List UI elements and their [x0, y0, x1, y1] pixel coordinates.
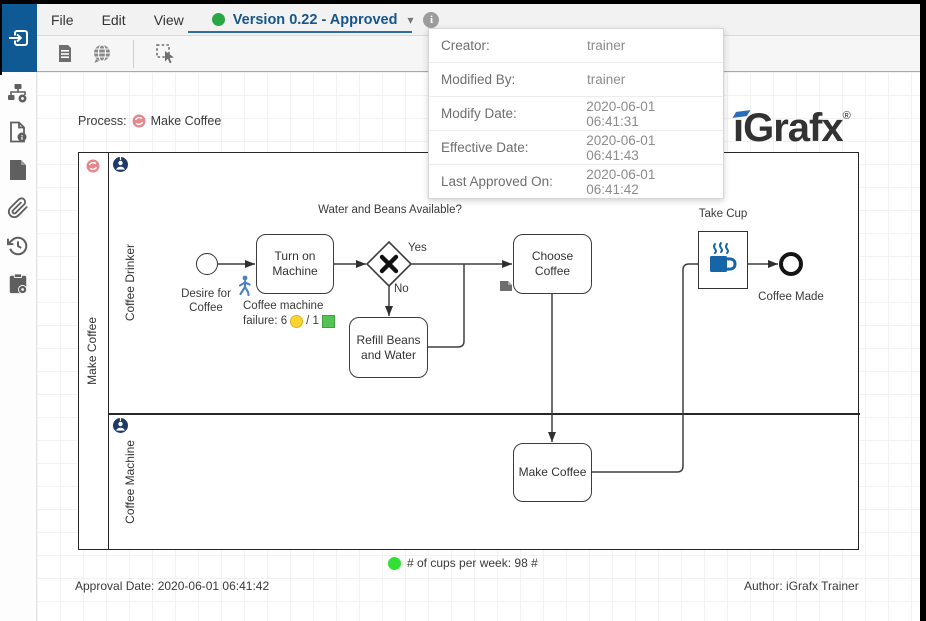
chevron-down-icon[interactable]: ▾	[407, 13, 413, 27]
globe-icon-glyph	[92, 44, 112, 64]
process-name-label: Make Coffee	[151, 114, 222, 128]
lane-divider	[109, 413, 860, 415]
gateway-question-label: Water and Beans Available?	[314, 203, 466, 217]
process-breadcrumb: Process: Make Coffee	[78, 114, 221, 128]
sidebar-item-clipboard-settings[interactable]	[6, 272, 30, 296]
popup-row: Last Approved On: 2020-06-01 06:41:42	[429, 165, 723, 198]
popup-row: Effective Date: 2020-06-01 06:41:43	[429, 131, 723, 165]
lane1-label: Coffee Drinker	[123, 244, 137, 321]
task-turn-on-machine[interactable]: Turn on Machine	[256, 234, 334, 294]
branch-no-label: No	[394, 282, 424, 296]
marquee-icon-glyph	[155, 43, 176, 64]
popup-row: Modified By: trainer	[429, 63, 723, 97]
task-make-coffee[interactable]: Make Coffee	[513, 443, 592, 502]
clipboard-gear-icon	[7, 273, 29, 295]
start-event-label: Desire for Coffee	[170, 287, 242, 316]
author-label: Author: iGrafx Trainer	[744, 579, 859, 593]
process-prefix-label: Process:	[78, 114, 127, 128]
take-cup-node[interactable]	[698, 231, 748, 289]
process-tree-gear-icon	[7, 83, 29, 105]
info-icon[interactable]: i	[423, 12, 439, 28]
start-event[interactable]	[196, 253, 218, 275]
version-info-popup: Creator: trainer Modified By: trainer Mo…	[428, 28, 724, 199]
toolbar-separator	[133, 40, 134, 68]
igrafx-logo: iGrafx®	[733, 106, 851, 151]
menu-view[interactable]: View	[140, 12, 198, 28]
sidebar-item-history[interactable]	[6, 234, 30, 258]
popup-label: Effective Date:	[441, 140, 586, 155]
branch-yes-label: Yes	[408, 241, 438, 255]
popup-value: 2020-06-01 06:41:43	[586, 133, 711, 163]
sidebar-item-attachments[interactable]	[6, 196, 30, 220]
task-refill-beans-water[interactable]: Refill Beans and Water	[349, 317, 428, 378]
globe-comment-icon[interactable]	[87, 39, 117, 69]
popup-label: Creator:	[441, 38, 587, 53]
version-status-dot	[212, 13, 225, 26]
yellow-indicator-icon	[290, 315, 303, 328]
cups-per-week-note: # of cups per week: 98 #	[388, 556, 538, 570]
menu-file[interactable]: File	[37, 12, 88, 28]
lane-coffee-machine: Coffee Machine	[123, 413, 141, 551]
popup-row: Modify Date: 2020-06-01 06:41:31	[429, 97, 723, 131]
attachment-icon	[499, 279, 513, 293]
version-underline	[188, 31, 412, 33]
document-icon[interactable]	[49, 39, 79, 69]
pool-name-label: Make Coffee	[85, 317, 99, 385]
end-event-label: Coffee Made	[751, 290, 831, 304]
cups-note-text: # of cups per week: 98 #	[407, 556, 538, 570]
marquee-select-icon[interactable]	[150, 39, 180, 69]
paperclip-icon	[7, 197, 29, 219]
popup-value: trainer	[587, 72, 625, 87]
enter-arrow-icon	[8, 27, 30, 49]
registered-mark: ®	[843, 110, 851, 122]
failure-divider: / 1	[306, 314, 319, 329]
task-choose-coffee[interactable]: Choose Coffee	[513, 234, 592, 294]
page-icon	[8, 159, 28, 181]
failure-line1: Coffee machine	[243, 299, 359, 314]
app-home-button[interactable]	[0, 4, 37, 72]
logo-text: iGrafx	[733, 106, 843, 150]
popup-value: trainer	[587, 38, 625, 53]
version-label: Version 0.22 - Approved	[233, 12, 398, 28]
green-indicator-icon	[388, 557, 401, 570]
sidebar-item-page[interactable]	[6, 158, 30, 182]
sidebar-item-process-tree[interactable]	[6, 82, 30, 106]
popup-row: Creator: trainer	[429, 29, 723, 63]
file-info-icon	[7, 121, 29, 143]
popup-label: Last Approved On:	[441, 174, 586, 189]
walking-person-icon	[236, 275, 253, 296]
green-indicator-icon	[322, 315, 335, 328]
popup-value: 2020-06-01 06:41:42	[586, 167, 711, 197]
coffee-cup-icon	[707, 241, 739, 279]
window-edge-left	[0, 0, 2, 75]
window-edge-top	[0, 0, 926, 4]
take-cup-label: Take Cup	[688, 207, 758, 221]
lane-coffee-drinker: Coffee Drinker	[123, 153, 141, 413]
document-icon-glyph	[55, 44, 74, 64]
failure-count: failure: 6	[243, 314, 287, 329]
pool-header: Make Coffee	[79, 153, 109, 549]
popup-label: Modified By:	[441, 72, 587, 87]
approval-date-label: Approval Date: 2020-06-01 06:41:42	[75, 579, 269, 593]
popup-value: 2020-06-01 06:41:31	[586, 99, 711, 129]
failure-indicator-note: Coffee machine failure: 6 / 1	[243, 299, 359, 329]
history-icon	[7, 235, 29, 257]
menu-edit[interactable]: Edit	[88, 12, 140, 28]
popup-label: Modify Date:	[441, 106, 586, 121]
left-sidebar	[0, 72, 37, 621]
exclusive-gateway[interactable]	[365, 240, 413, 288]
sidebar-item-file-info[interactable]	[6, 120, 30, 144]
window-edge-right	[920, 0, 926, 621]
end-event[interactable]	[779, 252, 803, 276]
version-selector[interactable]: Version 0.22 - Approved ▾	[212, 12, 414, 28]
lane2-label: Coffee Machine	[123, 440, 137, 524]
process-loop-icon	[132, 114, 146, 128]
